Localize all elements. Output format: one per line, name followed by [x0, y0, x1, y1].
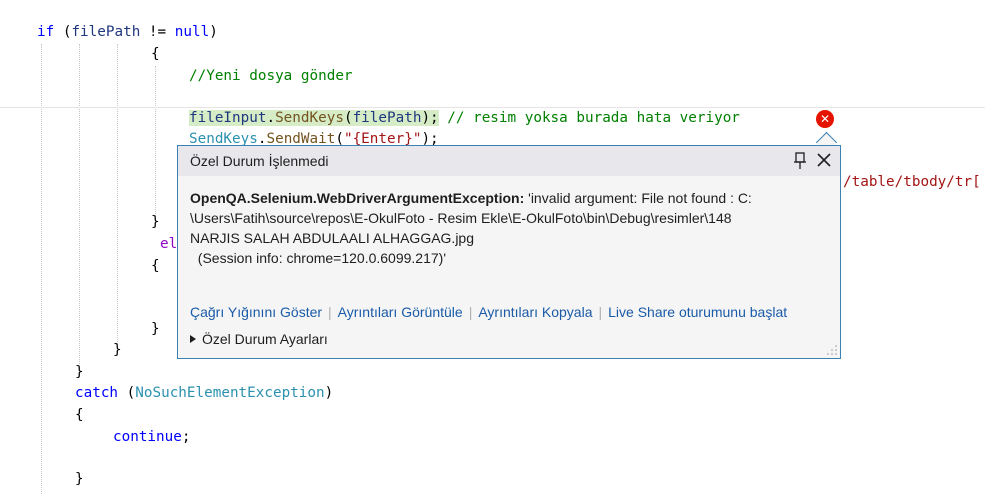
operator: != — [140, 24, 175, 40]
exception-type: OpenQA.Selenium.WebDriverArgumentExcepti… — [190, 190, 525, 206]
code-line-14: catch (NoSuchElementException) — [75, 382, 333, 404]
exception-text-line: \Users\Fatih\source\repos\E-OkulFoto - R… — [190, 210, 732, 226]
popup-links: Çağrı Yığınını Göster | Ayrıntıları Görünt… — [190, 304, 787, 320]
punct: ( — [118, 385, 136, 401]
code-line-15: { — [75, 407, 84, 423]
code-line-8: } — [151, 214, 160, 230]
code-line-7-tail: /table/tbody/tr[ — [843, 174, 981, 190]
link-divider: | — [598, 304, 603, 320]
identifier: filePath — [71, 24, 141, 40]
code-line-12: } — [113, 342, 122, 358]
indent-guide — [155, 66, 156, 216]
view-details-link[interactable]: Ayrıntıları Görüntüle — [338, 304, 463, 320]
close-icon[interactable] — [814, 150, 834, 170]
keyword: catch — [75, 385, 119, 401]
code-line-17: } — [75, 471, 84, 487]
link-divider: | — [468, 304, 473, 320]
exception-text-line: (Session info: chrome=120.0.6099.217)' — [190, 250, 446, 266]
code-line-11: } — [151, 321, 160, 337]
punct: ); — [421, 110, 439, 126]
live-share-link[interactable]: Live Share oturumunu başlat — [608, 304, 787, 320]
identifier: fileInput — [189, 110, 267, 126]
keyword: continue — [113, 429, 182, 445]
exception-message: OpenQA.Selenium.WebDriverArgumentExcepti… — [190, 188, 830, 268]
punct: ( — [343, 110, 353, 126]
code-line-2: { — [151, 46, 160, 62]
exception-settings-label: Özel Durum Ayarları — [202, 331, 328, 347]
code-line-3: //Yeni dosya gönder — [189, 68, 353, 84]
expand-triangle-icon — [190, 335, 196, 343]
pin-icon[interactable] — [792, 151, 808, 171]
code-line-16: continue; — [113, 426, 190, 448]
copy-details-link[interactable]: Ayrıntıları Kopyala — [478, 304, 592, 320]
keyword: if — [37, 24, 55, 40]
indent-guide — [41, 44, 42, 494]
code-line-13: } — [75, 364, 84, 380]
method-name: SendKeys — [275, 110, 344, 126]
link-divider: | — [328, 304, 332, 320]
punct: ) — [324, 385, 334, 401]
code-comment: // resim yoksa burada hata veriyor — [438, 110, 740, 126]
exception-text-line: NARJIS SALAH ABDULAALI ALHAGGAG.jpg — [190, 230, 475, 246]
punct: ; — [181, 429, 191, 445]
identifier: filePath — [352, 110, 422, 126]
keyword: null — [174, 24, 210, 40]
popup-header: Özel Durum İşlenmedi — [178, 146, 840, 176]
indent-guide — [79, 44, 80, 364]
indent-guide — [117, 44, 118, 344]
error-icon[interactable]: ✕ — [816, 110, 834, 128]
type-name: NoSuchElementException — [135, 385, 325, 401]
code-line-1: if (filePath != null) — [37, 21, 218, 43]
code-line-5: fileInput.SendKeys(filePath); // resim y… — [189, 107, 740, 129]
exception-text-line: 'invalid argument: File not found : C: — [524, 190, 752, 206]
show-call-stack-link[interactable]: Çağrı Yığınını Göster — [190, 304, 322, 320]
exception-popup: Özel Durum İşlenmedi OpenQA.Selenium.Web… — [177, 145, 841, 359]
punct: ) — [209, 24, 218, 40]
code-line-9: el — [160, 236, 178, 252]
code-line-10: { — [151, 258, 160, 274]
popup-title: Özel Durum İşlenmedi — [190, 153, 329, 169]
punct: ( — [54, 24, 72, 40]
punct: . — [266, 110, 276, 126]
exception-settings-toggle[interactable]: Özel Durum Ayarları — [190, 331, 328, 347]
resize-grip-icon[interactable] — [827, 345, 837, 355]
